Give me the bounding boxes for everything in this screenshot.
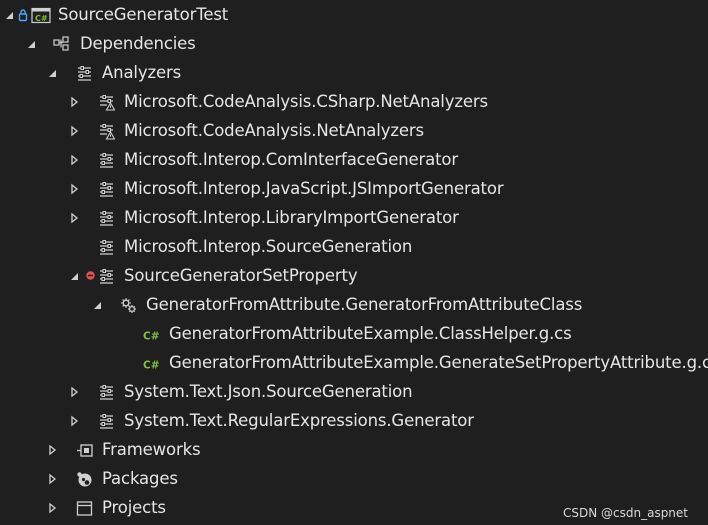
project-reference-icon xyxy=(76,501,93,516)
tree-item-packages[interactable]: Packages xyxy=(0,465,708,494)
expanded-arrow-icon[interactable] xyxy=(25,38,37,50)
analyzer-label: Microsoft.CodeAnalysis.CSharp.NetAnalyze… xyxy=(124,92,488,111)
tree-item-analyzer[interactable]: Microsoft.Interop.LibraryImportGenerator xyxy=(0,204,708,233)
generator-gears-icon xyxy=(121,298,136,313)
collapsed-arrow-icon[interactable] xyxy=(68,125,80,137)
collapsed-arrow-icon[interactable] xyxy=(46,473,58,485)
svg-text:C#: C# xyxy=(143,331,160,343)
tree-item-frameworks[interactable]: Frameworks xyxy=(0,436,708,465)
analyzer-icon xyxy=(100,153,113,168)
expanded-arrow-icon[interactable] xyxy=(68,270,80,282)
csharp-project-icon: C# xyxy=(31,7,51,24)
analyzer-label: System.Text.Json.SourceGeneration xyxy=(124,382,413,401)
analyzer-label: Microsoft.Interop.SourceGeneration xyxy=(124,237,413,256)
packages-label: Packages xyxy=(102,469,178,488)
csharp-file-icon: C# xyxy=(143,360,160,372)
tree-item-analyzer[interactable]: Microsoft.Interop.ComInterfaceGenerator xyxy=(0,146,708,175)
collapsed-arrow-icon[interactable] xyxy=(68,386,80,398)
collapsed-arrow-icon[interactable] xyxy=(68,96,80,108)
package-icon xyxy=(77,472,92,487)
analyzer-label: Microsoft.Interop.LibraryImportGenerator xyxy=(124,208,459,227)
analyzer-label: Microsoft.Interop.JavaScript.JSImportGen… xyxy=(124,179,504,198)
analyzer-icon xyxy=(100,211,113,226)
tree-item-dependencies[interactable]: Dependencies xyxy=(0,30,708,59)
tree-item-analyzer[interactable]: System.Text.Json.SourceGeneration xyxy=(0,378,708,407)
collapsed-arrow-icon[interactable] xyxy=(68,154,80,166)
analyzer-icon xyxy=(100,414,113,429)
expanded-arrow-icon[interactable] xyxy=(3,9,15,21)
dependencies-icon xyxy=(53,36,69,51)
tree-item-source-generator-set-property[interactable]: SourceGeneratorSetProperty xyxy=(0,262,708,291)
analyzer-icon xyxy=(100,240,113,255)
collapsed-arrow-icon[interactable] xyxy=(68,183,80,195)
tree-item-analyzer[interactable]: Microsoft.CodeAnalysis.NetAnalyzers xyxy=(0,117,708,146)
analyzer-label: Microsoft.Interop.ComInterfaceGenerator xyxy=(124,150,459,169)
tree-item-analyzer[interactable]: Microsoft.Interop.SourceGeneration xyxy=(0,233,708,262)
expanded-arrow-icon[interactable] xyxy=(91,299,103,311)
tree-item-generated-file[interactable]: C# GeneratorFromAttributeExample.ClassHe… xyxy=(0,320,708,349)
source-generator-label: SourceGeneratorSetProperty xyxy=(124,266,358,285)
expanded-arrow-icon[interactable] xyxy=(46,67,58,79)
tree-item-analyzer[interactable]: Microsoft.Interop.JavaScript.JSImportGen… xyxy=(0,175,708,204)
collapsed-arrow-icon[interactable] xyxy=(68,212,80,224)
generated-file-label: GeneratorFromAttributeExample.ClassHelpe… xyxy=(169,324,572,343)
collapsed-arrow-icon[interactable] xyxy=(46,444,58,456)
analyzer-label: System.Text.RegularExpressions.Generator xyxy=(124,411,474,430)
collapsed-arrow-icon[interactable] xyxy=(46,502,58,514)
framework-icon xyxy=(77,444,93,457)
tree-item-project[interactable]: C# SourceGeneratorTest xyxy=(0,1,708,30)
no-entry-icon xyxy=(86,271,95,280)
tree-item-generator[interactable]: GeneratorFromAttribute.GeneratorFromAttr… xyxy=(0,291,708,320)
analyzer-icon xyxy=(100,269,113,284)
analyzer-warning-icon xyxy=(100,95,115,111)
analyzer-icon xyxy=(100,182,113,197)
lock-icon xyxy=(18,9,28,22)
generated-file-label: GeneratorFromAttributeExample.GenerateSe… xyxy=(169,353,708,372)
tree-item-generated-file[interactable]: C# GeneratorFromAttributeExample.Generat… xyxy=(0,349,708,378)
analyzer-icon xyxy=(100,385,113,400)
project-label: SourceGeneratorTest xyxy=(58,5,229,24)
dependencies-label: Dependencies xyxy=(80,34,196,53)
generator-label: GeneratorFromAttribute.GeneratorFromAttr… xyxy=(146,295,583,314)
analyzer-icon xyxy=(78,66,91,81)
projects-label: Projects xyxy=(102,498,166,517)
analyzers-label: Analyzers xyxy=(102,63,182,82)
watermark: CSDN @csdn_aspnet xyxy=(562,506,688,520)
tree-item-analyzer[interactable]: System.Text.RegularExpressions.Generator xyxy=(0,407,708,436)
solution-explorer-tree: C# SourceGeneratorTest Dependencies Anal… xyxy=(0,0,708,525)
tree-item-analyzers[interactable]: Analyzers xyxy=(0,59,708,88)
analyzer-warning-icon xyxy=(100,124,115,140)
frameworks-label: Frameworks xyxy=(102,440,201,459)
tree-item-analyzer[interactable]: Microsoft.CodeAnalysis.CSharp.NetAnalyze… xyxy=(0,88,708,117)
csharp-file-icon: C# xyxy=(143,331,160,343)
analyzer-label: Microsoft.CodeAnalysis.NetAnalyzers xyxy=(124,121,424,140)
collapsed-arrow-icon[interactable] xyxy=(68,415,80,427)
svg-text:C#: C# xyxy=(35,14,48,23)
svg-text:C#: C# xyxy=(143,360,160,372)
